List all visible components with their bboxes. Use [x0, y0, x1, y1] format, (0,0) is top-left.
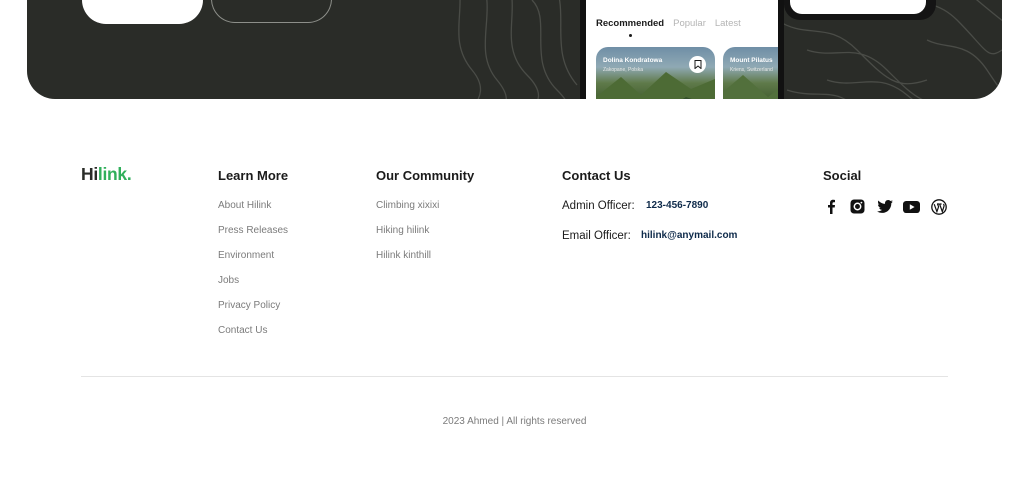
bookmark-icon — [689, 56, 706, 73]
our-community-heading: Our Community — [376, 168, 475, 183]
download-app-button[interactable] — [82, 0, 203, 24]
card-title: Mount Pilatus — [730, 57, 773, 64]
phone-tabs: Recommended Popular Latest — [596, 18, 741, 29]
second-phone-screen — [790, 0, 926, 14]
link-contact-us[interactable]: Contact Us — [218, 325, 267, 336]
contact-us-heading: Contact Us — [562, 168, 631, 183]
tab-recommended: Recommended — [596, 18, 665, 29]
link-press-releases[interactable]: Press Releases — [218, 225, 288, 236]
link-kinthill[interactable]: Hilink kinthill — [376, 250, 431, 261]
link-privacy-policy[interactable]: Privacy Policy — [218, 300, 280, 311]
tab-popular: Popular — [673, 18, 706, 29]
copyright-text: 2023 Ahmed | All rights reserved — [442, 416, 587, 427]
hero-banner: Recommended Popular Latest Dolina Kondra… — [27, 0, 1002, 99]
card-title: Dolina Kondratowa — [603, 57, 663, 64]
admin-officer-label: Admin Officer: — [562, 200, 635, 212]
logo-text-hi: Hi — [81, 164, 98, 184]
link-environment[interactable]: Environment — [218, 250, 274, 261]
email-link[interactable]: hilink@anymail.com — [641, 230, 737, 241]
social-heading: Social — [823, 168, 862, 183]
link-about-hilink[interactable]: About Hilink — [218, 200, 271, 211]
youtube-icon[interactable] — [902, 198, 921, 215]
phone-screen: Recommended Popular Latest Dolina Kondra… — [586, 0, 778, 99]
twitter-icon[interactable] — [875, 198, 894, 215]
card-location: Zakopane, Polska — [603, 67, 644, 73]
link-hiking[interactable]: Hiking hilink — [376, 225, 429, 236]
social-icons — [821, 198, 948, 215]
destination-card: Dolina Kondratowa Zakopane, Polska — [596, 47, 715, 99]
learn-more-heading: Learn More — [218, 168, 289, 183]
hilink-logo[interactable]: Hilink. — [81, 164, 132, 185]
tab-latest: Latest — [714, 18, 741, 29]
destination-card: Mount Pilatus Kriens, Switzerland — [723, 47, 778, 99]
active-tab-indicator — [629, 34, 632, 37]
link-climbing[interactable]: Climbing xixixi — [376, 200, 439, 211]
card-location: Kriens, Switzerland — [730, 67, 773, 73]
link-jobs[interactable]: Jobs — [218, 275, 239, 286]
footer-divider — [81, 376, 948, 377]
logo-text-link: link. — [97, 164, 132, 184]
instagram-icon[interactable] — [848, 198, 867, 215]
email-officer-label: Email Officer: — [562, 230, 631, 242]
admin-phone-link[interactable]: 123-456-7890 — [646, 200, 708, 211]
facebook-icon[interactable] — [821, 198, 840, 215]
wordpress-icon[interactable] — [929, 198, 948, 215]
how-we-work-button[interactable] — [211, 0, 332, 23]
